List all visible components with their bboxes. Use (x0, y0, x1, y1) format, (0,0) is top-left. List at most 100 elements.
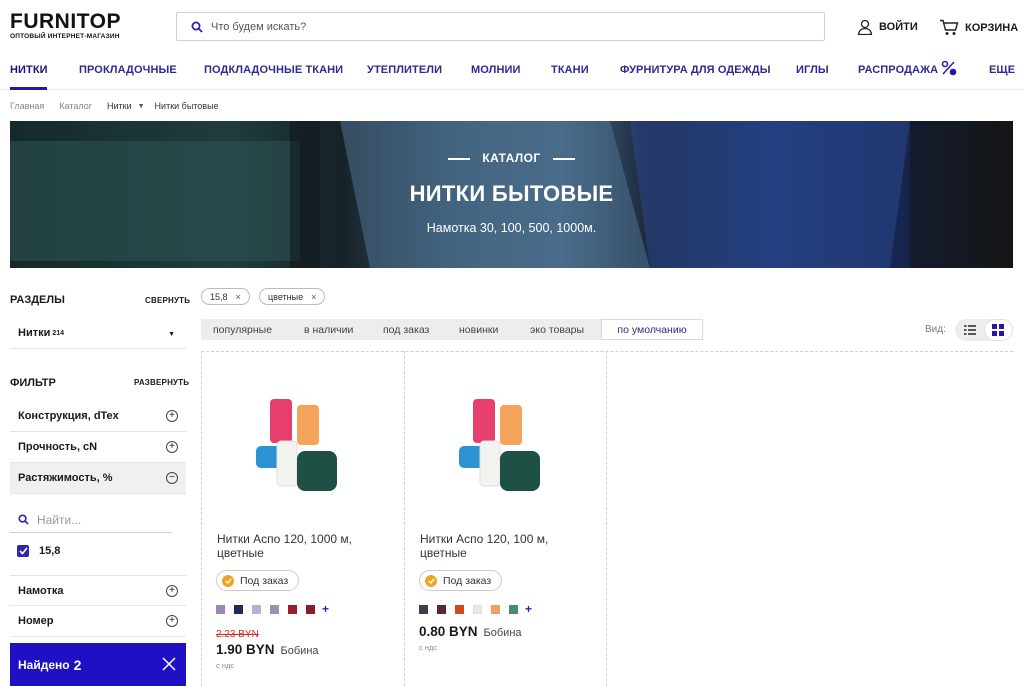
color-swatch[interactable] (473, 605, 482, 614)
chevron-down-icon: ▼ (168, 331, 175, 338)
filter-winding[interactable]: Намотка + (10, 575, 186, 606)
collapse-link[interactable]: СВЕРНУТЬ (145, 296, 190, 305)
color-swatch[interactable] (419, 605, 428, 614)
price-unit: Бобина (280, 645, 319, 657)
sort-popular[interactable]: популярные (213, 324, 272, 336)
remove-tag-icon[interactable]: × (236, 292, 241, 302)
percent-icon (941, 60, 957, 76)
filter-tag[interactable]: цветные × (259, 288, 326, 305)
nav-item-interlinings[interactable]: ПРОКЛАДОЧНЫЕ (79, 64, 177, 76)
view-toggle[interactable] (955, 319, 1013, 341)
more-colors-icon[interactable]: + (525, 603, 532, 615)
sort-default[interactable]: по умолчанию (601, 319, 703, 340)
product-name[interactable]: Нитки Аспо 120, 1000 м, цветные (217, 532, 387, 560)
color-swatch[interactable] (455, 605, 464, 614)
sort-on-order[interactable]: под заказ (383, 324, 429, 336)
breadcrumb-current: Нитки бытовые (154, 101, 219, 111)
search-icon (18, 514, 29, 525)
grid-view-icon[interactable] (992, 324, 1004, 336)
category-banner: КАТАЛОГ НИТКИ БЫТОВЫЕ Намотка 30, 100, 5… (10, 121, 1013, 268)
breadcrumb-catalog[interactable]: Каталог (59, 101, 92, 111)
cart-label: КОРЗИНА (965, 21, 1019, 34)
status-badge-label: Под заказ (443, 574, 492, 587)
breadcrumb: Главная Каталог Нитки ▼ Нитки бытовые (10, 101, 234, 111)
filter-construction[interactable]: Конструкция, dTex + (10, 401, 186, 432)
checkbox-checked-icon[interactable] (17, 545, 29, 557)
banner-title: НИТКИ БЫТОВЫЕ (409, 181, 614, 206)
list-view-icon[interactable] (964, 324, 976, 336)
expand-link[interactable]: РАЗВЕРНУТЬ (134, 378, 189, 387)
more-colors-icon[interactable]: + (322, 603, 329, 615)
status-badge: Под заказ (216, 570, 300, 591)
breadcrumb-dropdown-icon[interactable]: ▼ (138, 103, 145, 110)
found-count: 2 (73, 656, 82, 673)
checkbox-label: 15,8 (39, 545, 61, 557)
close-icon[interactable] (162, 657, 176, 671)
filter-elongation[interactable]: Растяжимость, % − (10, 463, 186, 494)
price-line: 0.80 BYN Бобина (419, 624, 522, 639)
filter-strength[interactable]: Прочность, cN + (10, 432, 186, 463)
section-item-label: Нитки (18, 327, 51, 339)
product-card[interactable]: Нитки Аспо 120, 1000 м, цветные Под зака… (201, 351, 404, 686)
nav-item-threads[interactable]: НИТКИ (10, 64, 48, 76)
filter-tag-label: 15,8 (210, 291, 228, 302)
price-line: 1.90 BYN Бобина (216, 642, 319, 657)
sort-new[interactable]: новинки (459, 324, 498, 336)
sort-in-stock[interactable]: в наличии (304, 324, 353, 336)
cart-button[interactable]: КОРЗИНА (939, 19, 1018, 36)
filter-tag[interactable]: 15,8 × (201, 288, 250, 305)
filter-label: Номер (18, 615, 54, 627)
color-swatch[interactable] (216, 605, 225, 614)
color-swatch[interactable] (306, 605, 315, 614)
product-card[interactable]: Нитки Аспо 120, 100 м, цветные Под заказ… (404, 351, 607, 686)
nav-item-needles[interactable]: ИГЛЫ (796, 64, 829, 76)
nav-item-fabrics[interactable]: ТКАНИ (551, 64, 589, 76)
found-label: Найдено (18, 657, 70, 672)
expand-plus-icon: + (166, 441, 178, 453)
sort-eco[interactable]: эко товары (530, 324, 584, 336)
cart-icon (940, 19, 959, 35)
filter-label: Намотка (18, 584, 64, 597)
color-swatch[interactable] (252, 605, 261, 614)
product-image[interactable] (242, 391, 362, 511)
filter-search-box[interactable] (10, 507, 172, 533)
sections-heading: РАЗДЕЛЫ (10, 294, 65, 306)
search-input[interactable] (211, 20, 791, 33)
color-swatch[interactable] (509, 605, 518, 614)
filter-checkbox-value[interactable]: 15,8 (17, 545, 60, 557)
breadcrumb-threads[interactable]: Нитки (107, 101, 132, 111)
expand-plus-icon: + (166, 410, 178, 422)
section-item-threads[interactable]: Нитки 214 ▼ (10, 318, 186, 349)
nav-item-lining-fabrics[interactable]: ПОДКЛАДОЧНЫЕ ТКАНИ (204, 64, 343, 76)
search-box[interactable] (176, 12, 825, 41)
color-swatch[interactable] (491, 605, 500, 614)
filter-search-input[interactable] (37, 512, 157, 527)
logo[interactable]: FURNITOP ОПТОВЫЙ ИНТЕРНЕТ-МАГАЗИН (10, 11, 121, 40)
filter-label: Растяжимость, % (18, 472, 113, 484)
expand-plus-icon: + (166, 585, 178, 597)
nav-item-zippers[interactable]: МОЛНИИ (471, 64, 521, 76)
vat-note: с ндс (419, 643, 438, 652)
breadcrumb-home[interactable]: Главная (10, 101, 44, 111)
product-image[interactable] (445, 391, 565, 511)
nav-item-sale[interactable]: РАСПРОДАЖА (858, 64, 938, 76)
color-swatch[interactable] (234, 605, 243, 614)
color-swatch[interactable] (437, 605, 446, 614)
found-results-bar[interactable]: Найдено 2 (10, 643, 186, 686)
remove-tag-icon[interactable]: × (311, 292, 316, 302)
logo-subtitle: ОПТОВЫЙ ИНТЕРНЕТ-МАГАЗИН (10, 33, 120, 40)
search-icon (191, 21, 203, 33)
nav-item-more[interactable]: ЕЩЕ (989, 64, 1015, 76)
nav-item-insulation[interactable]: УТЕПЛИТЕЛИ (367, 64, 442, 76)
section-item-count: 214 (52, 329, 65, 337)
main-nav: НИТКИ ПРОКЛАДОЧНЫЕ ПОДКЛАДОЧНЫЕ ТКАНИ УТ… (0, 52, 1024, 90)
filter-label: Конструкция, dTex (18, 410, 119, 422)
product-name[interactable]: Нитки Аспо 120, 100 м, цветные (420, 532, 590, 560)
view-label: Вид: (925, 324, 946, 335)
color-swatch[interactable] (270, 605, 279, 614)
filter-number[interactable]: Номер + (10, 606, 186, 637)
color-swatch[interactable] (288, 605, 297, 614)
price: 0.80 BYN (419, 624, 478, 639)
login-button[interactable]: ВОЙТИ (857, 19, 918, 35)
nav-item-clothing-accessories[interactable]: ФУРНИТУРА ДЛЯ ОДЕЖДЫ (620, 64, 771, 76)
